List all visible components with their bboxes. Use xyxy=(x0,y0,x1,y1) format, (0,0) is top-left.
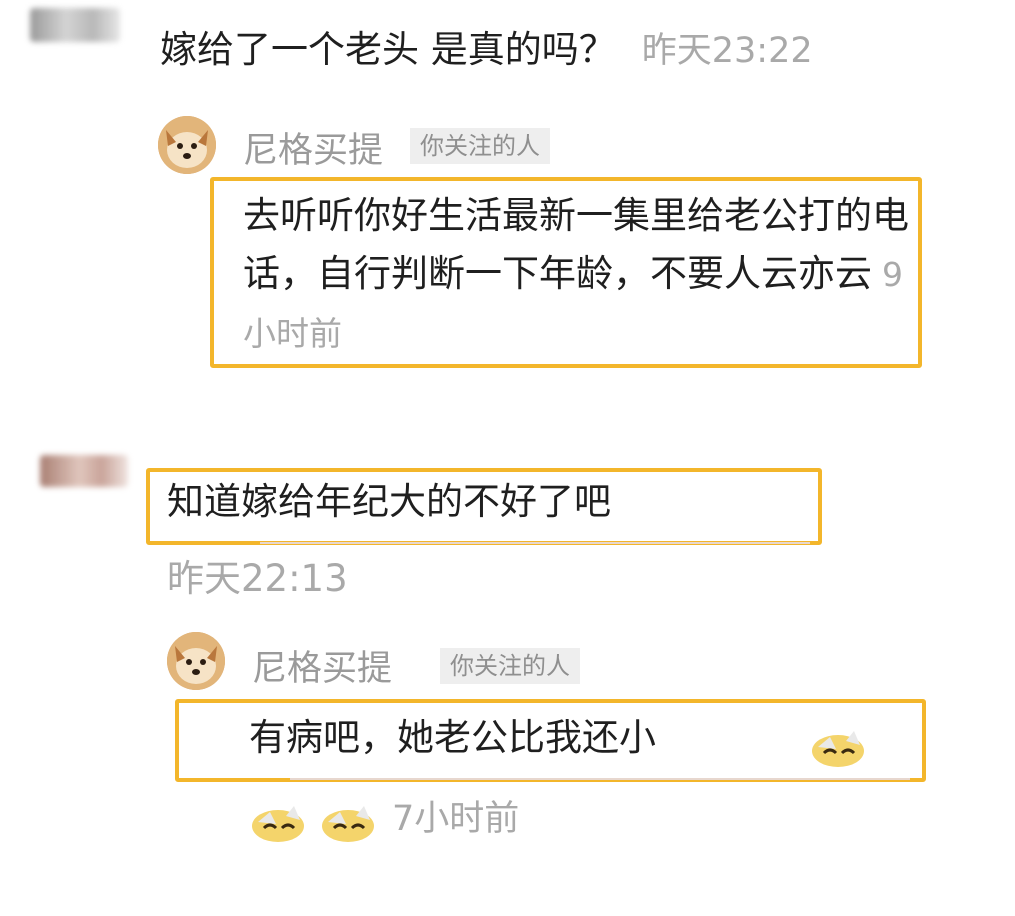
reply-time: 7小时前 xyxy=(392,799,520,839)
laughing-emoji-icon xyxy=(808,717,868,773)
comment-time: 昨天22:13 xyxy=(167,557,348,600)
reply-author-name[interactable]: 尼格买提 xyxy=(252,640,392,691)
comment-text: 知道嫁给年纪大的不好了吧 xyxy=(167,480,611,523)
reply-text: 去听听你好生活最新一集里给老公打的电话，自行判断一下年龄，不要人云亦云 9小时前 xyxy=(243,187,913,363)
comment-text: 嫁给了一个老头 是真的吗？ xyxy=(160,28,616,71)
dog-avatar-icon[interactable] xyxy=(158,116,216,174)
comment: 嫁给了一个老头 是真的吗？ 昨天23:22 xyxy=(160,26,813,75)
reply-author-name[interactable]: 尼格买提 xyxy=(243,122,383,173)
following-tag: 你关注的人 xyxy=(440,648,580,684)
following-tag: 你关注的人 xyxy=(410,128,550,164)
comment-time: 昨天23:22 xyxy=(641,31,813,71)
laughing-emoji-icon xyxy=(318,792,378,848)
reply-text-content: 去听听你好生活最新一集里给老公打的电话，自行判断一下年龄，不要人云亦云 xyxy=(243,194,909,295)
laughing-emoji-icon xyxy=(248,792,308,848)
commenter-avatar[interactable] xyxy=(40,455,128,487)
commenter-avatar[interactable] xyxy=(30,8,120,42)
divider xyxy=(290,778,910,780)
dog-avatar-icon[interactable] xyxy=(167,632,225,690)
divider xyxy=(260,542,810,544)
reply-text: 有病吧，她老公比我还小 xyxy=(249,716,656,759)
